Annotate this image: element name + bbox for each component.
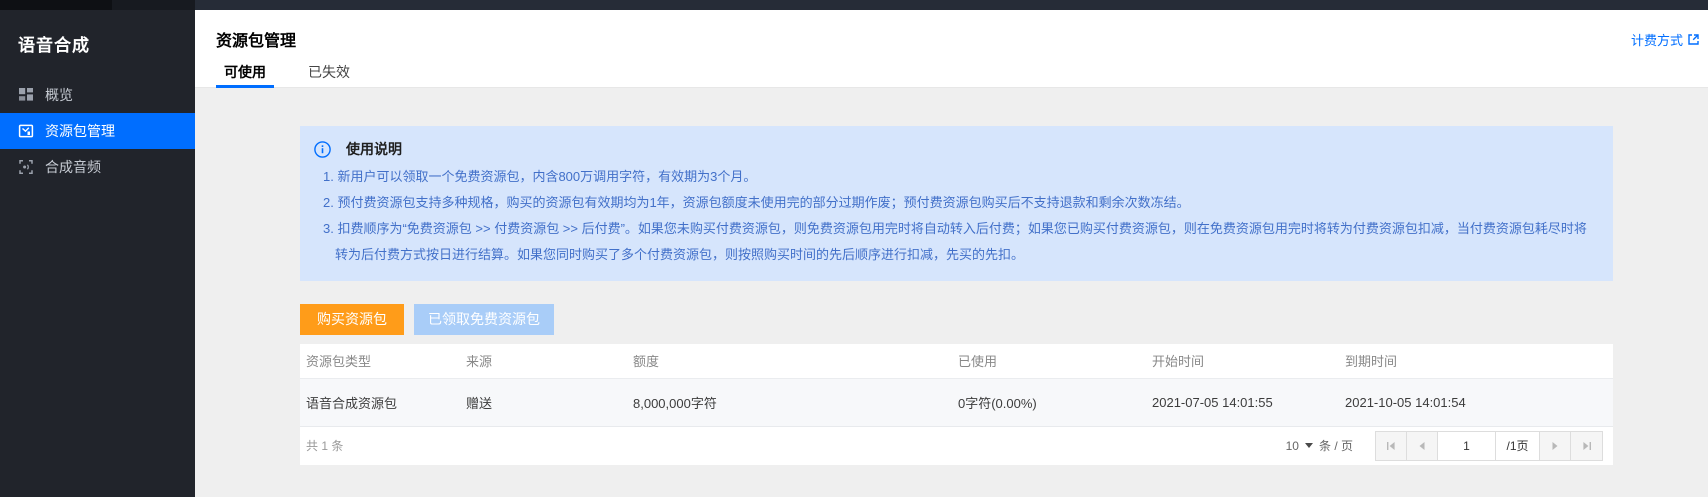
tab-bar: 可使用 已失效 [216,56,1700,88]
next-page-icon [1550,441,1560,451]
main-area: 资源包管理 计费方式 可使用 已失效 使用说明 1. 新用户可以领取一个免费资源… [195,10,1708,497]
pagination: 10 条 / 页 /1页 [1286,431,1603,461]
column-header-used: 已使用 [952,344,1146,378]
cell-start-time: 2021-07-05 14:01:55 [1146,378,1339,426]
tab-available[interactable]: 可使用 [216,56,274,88]
next-page-button[interactable] [1540,432,1571,460]
page-size-selector[interactable]: 10 条 / 页 [1286,437,1353,454]
column-header-expire-time: 到期时间 [1339,344,1613,378]
first-page-button[interactable] [1376,432,1407,460]
sidebar-menu: 概览 资源包管理 合成音频 [0,77,195,185]
content-area: 使用说明 1. 新用户可以领取一个免费资源包，内含800万调用字符，有效期为3个… [195,88,1708,465]
package-icon [18,123,34,139]
resource-package-table: 资源包类型 来源 额度 已使用 开始时间 到期时间 语音合成资源包 赠送 8,0… [300,344,1613,427]
usage-notice-banner: 使用说明 1. 新用户可以领取一个免费资源包，内含800万调用字符，有效期为3个… [300,126,1613,281]
table-footer: 共 1 条 10 条 / 页 [300,427,1613,465]
page-size-unit: 条 / 页 [1319,437,1353,454]
page-total-label: /1页 [1496,432,1540,460]
sidebar-title: 语音合成 [0,10,195,56]
column-header-package-type: 资源包类型 [300,344,460,378]
sidebar-item-label: 资源包管理 [45,121,115,141]
total-count-text: 共 1 条 [306,437,343,454]
sidebar-item-label: 概览 [45,85,73,105]
page-size-value: 10 [1286,439,1299,453]
grid-icon [18,87,34,103]
column-header-start-time: 开始时间 [1146,344,1339,378]
notice-item: 3. 扣费顺序为“免费资源包 >> 付费资源包 >> 后付费”。如果您未购买付费… [323,216,1589,268]
buy-package-button[interactable]: 购买资源包 [300,304,404,335]
tab-label: 可使用 [224,62,266,82]
free-package-claimed-button[interactable]: 已领取免费资源包 [414,304,554,335]
page-number-input[interactable] [1439,439,1495,453]
sidebar-item-synthesized-audio[interactable]: 合成音频 [0,149,195,185]
billing-method-link-label: 计费方式 [1631,30,1683,49]
last-page-button[interactable] [1571,432,1602,460]
column-header-quota: 额度 [627,344,952,378]
tab-expired[interactable]: 已失效 [300,56,358,88]
audio-icon [18,159,34,175]
sidebar-item-label: 合成音频 [45,157,101,177]
top-bar-logo-area [0,0,112,10]
external-link-icon [1687,33,1700,46]
prev-page-button[interactable] [1407,432,1438,460]
cell-expire-time: 2021-10-05 14:01:54 [1339,378,1613,426]
action-buttons: 购买资源包 已领取免费资源包 [300,304,1613,335]
billing-method-link[interactable]: 计费方式 [1631,30,1700,49]
cell-package-type: 语音合成资源包 [300,378,460,426]
column-header-source: 来源 [460,344,627,378]
page-header: 资源包管理 计费方式 可使用 已失效 [195,10,1708,88]
sidebar-item-resource-packages[interactable]: 资源包管理 [0,113,195,149]
resource-package-table-panel: 资源包类型 来源 额度 已使用 开始时间 到期时间 语音合成资源包 赠送 8,0… [300,344,1613,465]
notice-title: 使用说明 [346,139,402,159]
notice-item: 1. 新用户可以领取一个免费资源包，内含800万调用字符，有效期为3个月。 [323,164,1589,190]
table-row: 语音合成资源包 赠送 8,000,000字符 0字符(0.00%) 2021-0… [300,378,1613,426]
top-bar [0,0,1708,10]
sidebar: 语音合成 概览 资源包管理 合成音频 [0,10,195,497]
last-page-icon [1582,441,1592,451]
cell-used: 0字符(0.00%) [952,378,1146,426]
page-title: 资源包管理 [216,27,296,51]
notice-item: 2. 预付费资源包支持多种规格，购买的资源包有效期均为1年，资源包额度未使用完的… [323,190,1589,216]
page-input-cell [1438,432,1496,460]
prev-page-icon [1417,441,1427,451]
first-page-icon [1386,441,1396,451]
page-controls: /1页 [1375,431,1603,461]
tab-label: 已失效 [308,62,350,82]
dropdown-caret-icon [1305,443,1313,448]
table-header-row: 资源包类型 来源 额度 已使用 开始时间 到期时间 [300,344,1613,378]
info-icon [314,141,331,158]
cell-source: 赠送 [460,378,627,426]
sidebar-item-overview[interactable]: 概览 [0,77,195,113]
cell-quota: 8,000,000字符 [627,378,952,426]
top-bar-left-segment [0,0,195,10]
